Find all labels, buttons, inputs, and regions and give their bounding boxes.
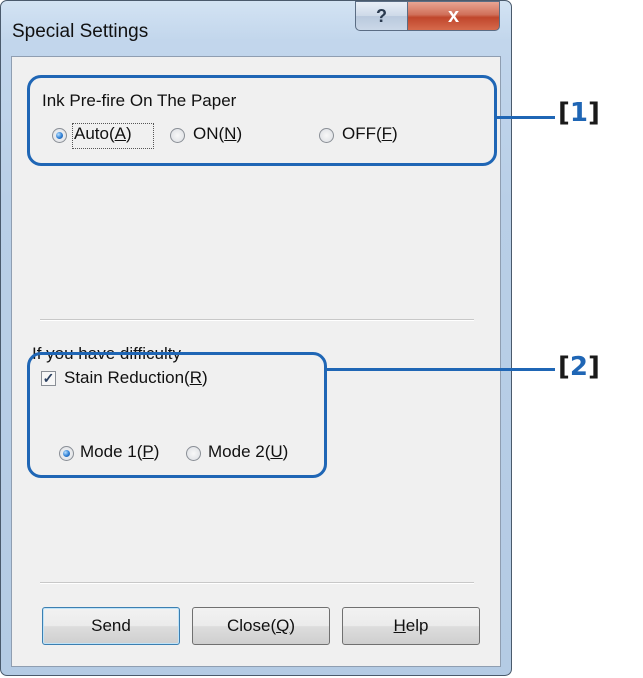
help-title-button[interactable]: ? — [355, 1, 407, 31]
callout-box-1 — [27, 75, 497, 166]
callout-box-2 — [27, 352, 327, 478]
close-button-label: Close(Q) — [226, 616, 296, 635]
callout-leader-1 — [497, 116, 555, 119]
callout-label-2: [2] — [558, 352, 600, 382]
send-button[interactable]: Send — [42, 607, 180, 645]
separator — [40, 582, 474, 584]
close-icon: x — [447, 4, 460, 27]
help-button-label: Help — [393, 616, 429, 635]
help-button[interactable]: Help — [342, 607, 480, 645]
close-window-button[interactable]: x — [407, 1, 500, 31]
separator — [40, 319, 474, 321]
callout-label-1: [1] — [558, 98, 600, 128]
question-icon: ? — [376, 5, 387, 26]
callout-leader-2 — [327, 368, 555, 371]
send-button-label: Send — [91, 616, 131, 635]
close-button[interactable]: Close(Q) — [192, 607, 330, 645]
window-title: Special Settings — [12, 21, 149, 42]
